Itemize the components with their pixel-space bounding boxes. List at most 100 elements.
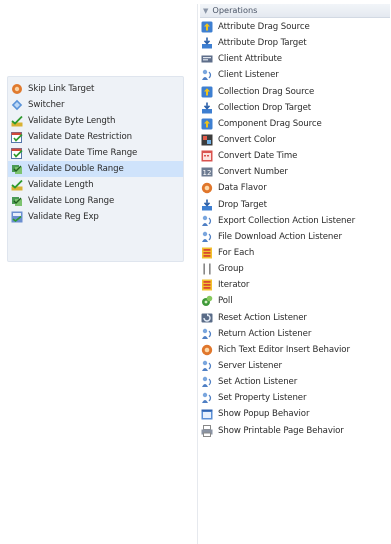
printable-page-icon bbox=[201, 424, 213, 437]
operation-item-label: For Each bbox=[218, 248, 255, 259]
operation-item[interactable]: File Download Action Listener bbox=[198, 229, 391, 245]
component-item[interactable]: Validate Length bbox=[8, 177, 183, 193]
listener-icon bbox=[201, 392, 213, 404]
validate-length-icon bbox=[11, 179, 23, 191]
component-item-label: Validate Byte Length bbox=[28, 116, 116, 126]
popup-behavior-icon bbox=[201, 408, 213, 420]
drop-target-icon bbox=[201, 37, 213, 49]
operation-item-label: File Download Action Listener bbox=[218, 231, 342, 242]
svg-text:12: 12 bbox=[203, 169, 212, 177]
operation-item-label: Show Printable Page Behavior bbox=[218, 425, 344, 436]
operation-item[interactable]: Collection Drop Target bbox=[198, 100, 391, 116]
component-item[interactable]: Validate Long Range bbox=[8, 193, 183, 209]
operations-category-header[interactable]: ▼ Operations bbox=[200, 4, 390, 18]
operation-item-label: Reset Action Listener bbox=[218, 312, 307, 323]
operation-item-label: Return Action Listener bbox=[218, 328, 312, 339]
component-item-label: Skip Link Target bbox=[28, 84, 95, 94]
operation-item[interactable]: Show Printable Page Behavior bbox=[198, 423, 391, 439]
component-item-label: Validate Date Time Range bbox=[28, 148, 138, 158]
component-item[interactable]: Validate Byte Length bbox=[8, 113, 183, 129]
switcher-icon bbox=[11, 99, 23, 111]
operation-item-label: Collection Drag Source bbox=[218, 86, 315, 97]
convert-number-icon: 12 bbox=[201, 166, 213, 178]
convert-color-icon bbox=[201, 134, 213, 146]
operation-item[interactable]: Rich Text Editor Insert Behavior bbox=[198, 342, 391, 358]
component-item-label: Validate Long Range bbox=[28, 196, 115, 206]
behavior-icon bbox=[201, 344, 213, 356]
operations-list: Attribute Drag Source Attribute Drop Targ… bbox=[198, 19, 391, 439]
validate-length-icon bbox=[11, 115, 23, 127]
operation-item[interactable]: Set Property Listener bbox=[198, 390, 391, 406]
operation-item-label: Client Attribute bbox=[218, 54, 282, 65]
operation-item-label: Set Action Listener bbox=[218, 377, 298, 388]
operation-item[interactable]: For Each bbox=[198, 245, 391, 261]
listener-icon bbox=[201, 376, 213, 388]
operation-item[interactable]: Drop Target bbox=[198, 197, 391, 213]
operation-item[interactable]: Return Action Listener bbox=[198, 326, 391, 342]
operation-item[interactable]: Server Listener bbox=[198, 358, 391, 374]
validate-regexp-icon bbox=[11, 211, 23, 223]
operation-item[interactable]: Attribute Drop Target bbox=[198, 35, 391, 51]
operation-item[interactable]: Client Attribute bbox=[198, 51, 391, 67]
data-flavor-icon bbox=[201, 182, 213, 194]
operation-item-label: Attribute Drop Target bbox=[218, 38, 307, 49]
operation-item[interactable]: Export Collection Action Listener bbox=[198, 213, 391, 229]
operation-item[interactable]: Set Action Listener bbox=[198, 374, 391, 390]
operation-item[interactable]: Collection Drag Source bbox=[198, 84, 391, 100]
operation-item[interactable]: Attribute Drag Source bbox=[198, 19, 391, 35]
listener-icon bbox=[201, 69, 213, 81]
operation-item-label: Data Flavor bbox=[218, 183, 267, 194]
operation-item[interactable]: 12 Convert Number bbox=[198, 164, 391, 180]
component-item-label: Validate Length bbox=[28, 180, 94, 190]
validate-range-icon bbox=[11, 163, 23, 175]
listener-icon bbox=[201, 215, 213, 227]
operation-item-label: Poll bbox=[218, 296, 233, 307]
operation-item[interactable]: Convert Color bbox=[198, 132, 391, 148]
component-item[interactable]: Validate Double Range bbox=[8, 161, 183, 177]
drag-source-icon bbox=[201, 21, 213, 33]
operation-item-label: Drop Target bbox=[218, 199, 267, 210]
operation-item-label: Convert Number bbox=[218, 167, 288, 178]
validate-range-icon bbox=[11, 195, 23, 207]
component-item[interactable]: Skip Link Target bbox=[8, 81, 183, 97]
operations-panel: ▼ Operations Attribute Drag Source Attribu… bbox=[197, 4, 391, 544]
operation-item[interactable]: Iterator bbox=[198, 277, 391, 293]
operation-item-label: Convert Date Time bbox=[218, 151, 298, 162]
component-item-label: Switcher bbox=[28, 100, 65, 110]
drop-target-icon bbox=[201, 199, 213, 211]
operation-item[interactable]: Convert Date Time bbox=[198, 148, 391, 164]
component-item[interactable]: Validate Reg Exp bbox=[8, 209, 183, 225]
operation-item[interactable]: Reset Action Listener bbox=[198, 310, 391, 326]
client-attribute-icon bbox=[201, 53, 213, 65]
operation-item-label: Set Property Listener bbox=[218, 393, 307, 404]
chevron-down-icon: ▼ bbox=[203, 7, 209, 15]
operation-item[interactable]: Poll bbox=[198, 293, 391, 309]
category-title: Operations bbox=[212, 5, 258, 15]
validate-date-icon bbox=[11, 131, 23, 143]
operation-item-label: Component Drag Source bbox=[218, 118, 322, 129]
listener-icon bbox=[201, 328, 213, 340]
listener-icon bbox=[201, 231, 213, 243]
operation-item-label: Convert Color bbox=[218, 135, 276, 146]
operation-item[interactable]: Client Listener bbox=[198, 67, 391, 83]
component-item[interactable]: Validate Date Restriction bbox=[8, 129, 183, 145]
component-item-label: Validate Reg Exp bbox=[28, 212, 99, 222]
poll-icon bbox=[201, 295, 213, 307]
operation-item[interactable]: Show Popup Behavior bbox=[198, 406, 391, 422]
operation-item-label: Export Collection Action Listener bbox=[218, 215, 356, 226]
operation-item-label: Rich Text Editor Insert Behavior bbox=[218, 344, 350, 355]
group-icon bbox=[201, 263, 213, 275]
operation-item-label: Client Listener bbox=[218, 70, 279, 81]
operation-item-label: Collection Drop Target bbox=[218, 102, 312, 113]
operation-item[interactable]: Component Drag Source bbox=[198, 116, 391, 132]
component-item[interactable]: Switcher bbox=[8, 97, 183, 113]
convert-date-icon bbox=[201, 150, 213, 162]
component-item-label: Validate Date Restriction bbox=[28, 132, 132, 142]
operation-item-label: Attribute Drag Source bbox=[218, 22, 310, 33]
operation-item[interactable]: Data Flavor bbox=[198, 180, 391, 196]
skip-link-icon bbox=[11, 83, 23, 95]
drop-target-icon bbox=[201, 102, 213, 114]
operation-item[interactable]: Group bbox=[198, 261, 391, 277]
iterator-icon bbox=[201, 279, 213, 291]
component-item[interactable]: Validate Date Time Range bbox=[8, 145, 183, 161]
